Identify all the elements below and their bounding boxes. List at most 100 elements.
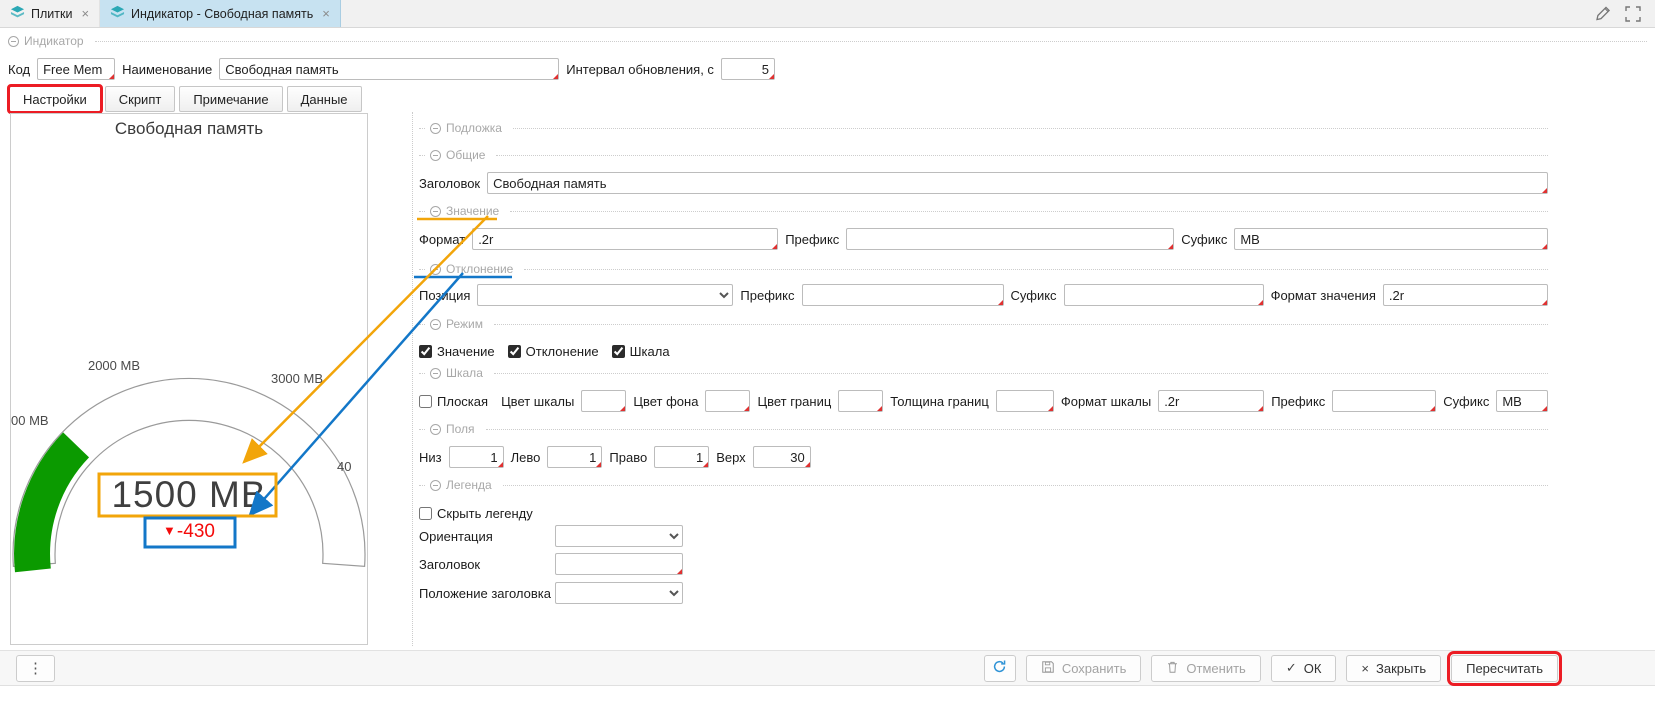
border-color-label: Цвет границ (757, 394, 831, 409)
scale-color-input[interactable] (581, 390, 626, 412)
format-label: Формат (419, 232, 465, 247)
close-button[interactable]: × Закрыть (1346, 655, 1441, 682)
group-mode: Режим (419, 317, 1548, 331)
save-button[interactable]: Сохранить (1026, 655, 1142, 682)
trash-icon (1166, 660, 1179, 677)
title-position-label: Положение заголовка (419, 586, 548, 601)
collapse-icon[interactable] (8, 36, 19, 47)
checkbox-label: Скрыть легенду (437, 506, 533, 521)
tab-data[interactable]: Данные (287, 86, 362, 112)
deviation-position-select[interactable] (477, 284, 733, 306)
pencil-icon[interactable] (1594, 5, 1611, 22)
gauge-deviation: ▼-430 (11, 521, 367, 543)
scale-color-label: Цвет шкалы (501, 394, 574, 409)
scale-flat-checkbox[interactable] (419, 395, 432, 408)
form-tabs: Настройки Скрипт Примечание Данные (9, 86, 362, 112)
tab-note[interactable]: Примечание (179, 86, 282, 112)
group-label: Подложка (446, 121, 502, 135)
cancel-button[interactable]: Отменить (1151, 655, 1260, 682)
scale-prefix-input[interactable] (1332, 390, 1436, 412)
gauge-title: Свободная память (11, 119, 367, 139)
scale-format-input[interactable] (1158, 390, 1264, 412)
bg-color-input[interactable] (705, 390, 750, 412)
margin-bottom-input[interactable] (449, 446, 504, 468)
divider (95, 41, 1647, 42)
hide-legend-checkbox[interactable] (419, 507, 432, 520)
group-label: Отклонение (446, 262, 513, 276)
mode-value-checkbox[interactable] (419, 345, 432, 358)
more-button[interactable]: ⋮ (16, 655, 55, 682)
collapse-icon[interactable] (430, 319, 441, 330)
group-value: Значение (419, 204, 1548, 218)
legend-title-position-select[interactable] (555, 582, 683, 604)
indicator-fields-row: Код Наименование Интервал обновления, с (8, 58, 775, 80)
group-label: Индикатор (24, 34, 84, 48)
deviation-prefix-input[interactable] (802, 284, 1004, 306)
gauge-tick-label: 00 MB (11, 413, 49, 428)
tab-label: Плитки (31, 7, 72, 21)
group-scale: Шкала (419, 366, 1548, 380)
value-format-input[interactable] (472, 228, 778, 250)
deviation-suffix-input[interactable] (1064, 284, 1264, 306)
top-label: Верх (716, 450, 746, 465)
mode-deviation-checkbox[interactable] (508, 345, 521, 358)
bottom-label: Низ (419, 450, 442, 465)
collapse-icon[interactable] (430, 368, 441, 379)
code-input[interactable] (37, 58, 115, 80)
deviation-format-input[interactable] (1383, 284, 1548, 306)
group-backdrop: Подложка (419, 121, 1548, 135)
interval-label: Интервал обновления, с (566, 62, 714, 77)
tab-script[interactable]: Скрипт (105, 86, 176, 112)
collapse-icon[interactable] (430, 150, 441, 161)
indicator-group-header: Индикатор (8, 34, 1647, 48)
scale-suffix-input[interactable] (1496, 390, 1548, 412)
group-general: Общие (419, 148, 1548, 162)
close-icon[interactable]: × (81, 6, 89, 21)
interval-input[interactable] (721, 58, 775, 80)
value-prefix-input[interactable] (846, 228, 1174, 250)
value-format-label: Формат значения (1271, 288, 1376, 303)
margin-left-input[interactable] (547, 446, 602, 468)
collapse-icon[interactable] (430, 480, 441, 491)
ok-button[interactable]: ✓ ОК (1271, 655, 1337, 682)
legend-title-input[interactable] (555, 553, 683, 575)
collapse-icon[interactable] (430, 264, 441, 275)
code-label: Код (8, 62, 30, 77)
tab-indicator[interactable]: Индикатор - Свободная память × (100, 0, 341, 27)
mode-row: Значение Отклонение Шкала (419, 340, 1548, 362)
prefix-label: Префикс (1271, 394, 1325, 409)
deviation-row: Позиция Префикс Суфикс Формат значения (419, 284, 1548, 306)
layers-icon (110, 5, 125, 22)
collapse-icon[interactable] (430, 206, 441, 217)
group-label: Значение (446, 204, 499, 218)
name-input[interactable] (219, 58, 559, 80)
gauge-value: 1500 MB (11, 474, 367, 516)
collapse-icon[interactable] (430, 123, 441, 134)
margin-top-input[interactable] (753, 446, 811, 468)
border-width-input[interactable] (996, 390, 1054, 412)
fullscreen-icon[interactable] (1625, 6, 1641, 22)
legend-title-position-row: Положение заголовка (419, 582, 1548, 604)
checkbox-label: Плоская (437, 394, 488, 409)
value-suffix-input[interactable] (1234, 228, 1548, 250)
border-color-input[interactable] (838, 390, 883, 412)
window-tabbar: Плитки × Индикатор - Свободная память × (0, 0, 1655, 28)
mode-scale-checkbox[interactable] (612, 345, 625, 358)
orientation-label: Ориентация (419, 529, 548, 544)
group-label: Общие (446, 148, 485, 162)
group-label: Режим (446, 317, 483, 331)
checkbox-label: Отклонение (526, 344, 599, 359)
margin-right-input[interactable] (654, 446, 709, 468)
deviation-value: -430 (177, 521, 215, 542)
refresh-button[interactable] (984, 655, 1016, 682)
scale-format-label: Формат шкалы (1061, 394, 1151, 409)
chart-title-input[interactable] (487, 172, 1548, 194)
suffix-label: Суфикс (1443, 394, 1489, 409)
recalculate-button[interactable]: Пересчитать (1451, 655, 1558, 682)
tab-settings[interactable]: Настройки (9, 86, 101, 112)
tab-tiles[interactable]: Плитки × (0, 0, 100, 27)
close-icon[interactable]: × (322, 6, 330, 21)
legend-orientation-select[interactable] (555, 525, 683, 547)
legend-orientation-row: Ориентация (419, 525, 1548, 547)
collapse-icon[interactable] (430, 424, 441, 435)
